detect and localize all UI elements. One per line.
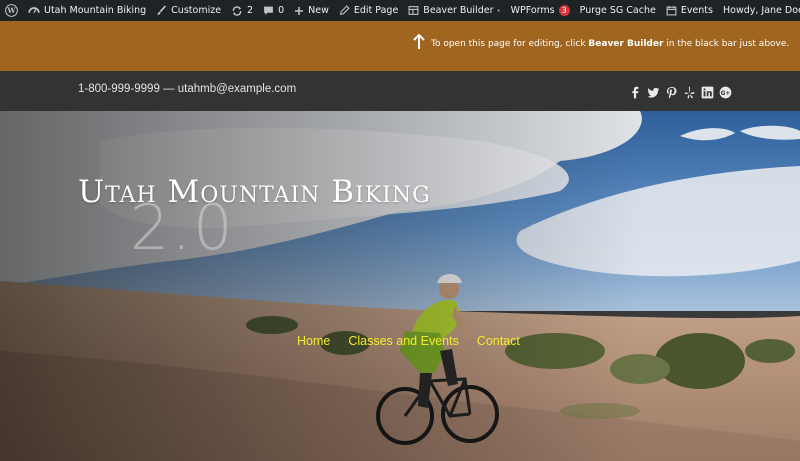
notice-message: To open this page for editing, click Bea… <box>431 39 789 49</box>
beaver-builder-label: Beaver Builder <box>423 5 494 16</box>
linkedin-icon[interactable] <box>701 84 714 99</box>
contact-info: 1-800-999-9999 — utahmb@example.com <box>78 83 297 95</box>
pinterest-icon[interactable] <box>665 84 678 99</box>
site-subtitle: 2.0 <box>130 191 235 264</box>
nav-item-contact[interactable]: Contact <box>477 334 520 348</box>
google-plus-icon[interactable]: G+ <box>719 84 732 99</box>
arrow-up-icon <box>413 33 425 53</box>
editing-notice-banner: To open this page for editing, click Bea… <box>0 21 800 71</box>
events-link[interactable]: Events <box>661 0 718 21</box>
hero-background-image <box>0 111 800 461</box>
hero-section: Utah Mountain Biking 2.0 Home Classes an… <box>0 111 800 461</box>
admin-bar: W Utah Mountain Biking Customize 2 0 New <box>0 0 800 21</box>
facebook-icon[interactable] <box>629 84 642 99</box>
updates-count: 2 <box>247 5 254 16</box>
paintbrush-icon <box>156 5 167 16</box>
top-contact-bar: 1-800-999-9999 — utahmb@example.com G+ <box>0 71 800 111</box>
wpforms-link[interactable]: WPForms 3 <box>506 0 575 21</box>
svg-text:G+: G+ <box>721 91 731 97</box>
beaver-builder-dot: • <box>496 6 501 15</box>
howdy-label: Howdy, Jane Doe <box>722 5 800 16</box>
wordpress-logo-button[interactable]: W <box>0 0 23 21</box>
purge-cache-link[interactable]: Purge SG Cache <box>575 0 661 21</box>
updates-icon <box>231 5 243 17</box>
customize-label: Customize <box>171 5 222 16</box>
purge-cache-label: Purge SG Cache <box>579 5 656 16</box>
main-navigation: Home Classes and Events Contact <box>297 334 520 348</box>
events-label: Events <box>680 5 713 16</box>
notice-text-bold: Beaver Builder <box>588 38 664 49</box>
customize-link[interactable]: Customize <box>151 0 226 21</box>
wordpress-icon: W <box>5 4 18 17</box>
nav-item-classes-and-events[interactable]: Classes and Events <box>348 334 458 348</box>
site-name-link[interactable]: Utah Mountain Biking <box>23 0 151 21</box>
site-name-label: Utah Mountain Biking <box>44 5 147 16</box>
pencil-icon <box>339 5 350 16</box>
updates-link[interactable]: 2 <box>226 0 258 21</box>
layout-icon <box>408 5 419 16</box>
twitter-icon[interactable] <box>647 84 660 98</box>
wpforms-label: WPForms <box>510 5 555 16</box>
svg-text:W: W <box>6 6 16 15</box>
nav-item-home[interactable]: Home <box>297 334 330 348</box>
yelp-icon[interactable] <box>683 84 696 99</box>
calendar-icon <box>666 5 677 16</box>
new-content-link[interactable]: New <box>289 0 334 21</box>
plus-icon <box>294 6 304 16</box>
comment-icon <box>263 5 274 16</box>
edit-page-link[interactable]: Edit Page <box>334 0 403 21</box>
notice-text-after: in the black bar just above. <box>663 38 790 49</box>
comments-link[interactable]: 0 <box>258 0 289 21</box>
wpforms-badge: 3 <box>558 5 570 16</box>
comments-count: 0 <box>278 5 285 16</box>
edit-page-label: Edit Page <box>353 5 399 16</box>
dashboard-icon <box>28 5 40 17</box>
new-label: New <box>308 5 329 16</box>
my-account-link[interactable]: Howdy, Jane Doe <box>718 0 800 21</box>
social-links: G+ <box>629 84 732 99</box>
beaver-builder-link[interactable]: Beaver Builder • <box>403 0 505 21</box>
notice-text-before: To open this page for editing, click <box>431 38 589 49</box>
